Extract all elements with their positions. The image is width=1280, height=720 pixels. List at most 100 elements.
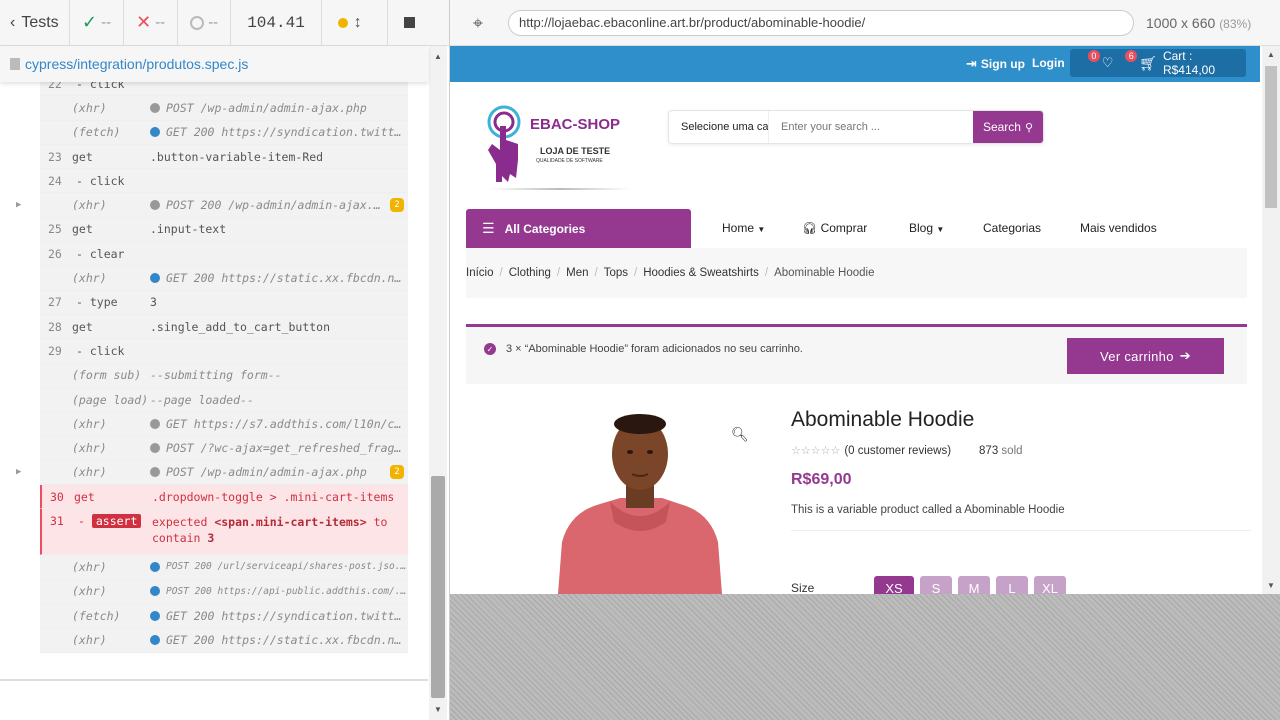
tests-button[interactable]: ‹ Tests (0, 0, 70, 46)
product-photo (558, 414, 722, 594)
scrollbar-thumb[interactable] (431, 476, 445, 698)
passed-stat: ✓ -- (70, 0, 125, 46)
command-row[interactable]: (xhr) POST 200 /url/serviceapi/shares-pos… (40, 555, 408, 580)
command-message: GET 200 https://syndication.twitte... (150, 125, 408, 139)
size-option-xl[interactable]: XL (1034, 576, 1066, 594)
breadcrumb-inicio[interactable]: Início (466, 267, 494, 279)
command-row[interactable]: (xhr) GET https://s7.addthis.com/l10n/cl.… (40, 412, 408, 437)
command-row[interactable]: ▶ (xhr) POST /wp-admin/admin-ajax.php 2 (16, 460, 408, 486)
nav-blog-label: Blog (909, 221, 934, 235)
command-name: (xhr) (72, 441, 107, 456)
assert-subject: <span.mini-cart-items> (214, 515, 367, 530)
scroll-up-icon[interactable]: ▲ (434, 52, 442, 61)
command-row[interactable]: (page load) --page loaded-- (40, 387, 408, 413)
file-icon (10, 58, 20, 70)
command-row[interactable]: 27 - type 3 (40, 290, 408, 315)
command-row[interactable]: 22 - click (40, 82, 408, 97)
command-row[interactable]: (form sub) --submitting form-- (40, 363, 408, 388)
command-name: (xhr) (72, 465, 107, 480)
zoom-icon[interactable]: 🔍︎ (731, 426, 749, 443)
command-row[interactable]: 29 - click (40, 339, 408, 364)
command-row[interactable]: (fetch) GET 200 https://syndication.twitt… (40, 603, 408, 629)
size-option-s[interactable]: S (920, 576, 952, 594)
status-dot-icon (150, 102, 160, 113)
command-row[interactable]: (xhr) POST /wp-admin/admin-ajax.php (40, 96, 408, 121)
command-message: GET 200 https://static.xx.fbcdn.ne... (150, 271, 408, 285)
breadcrumb-clothing[interactable]: Clothing (509, 267, 551, 279)
search-category-select[interactable]: Selecione uma cat (669, 111, 769, 143)
spec-file-link[interactable]: cypress/integration/produtos.spec.js (25, 56, 248, 72)
pending-circle-icon (190, 15, 205, 30)
site-topbar: ⇥ Sign up Login 0 ♡ 6 🛒︎ Cart : R$414,00 (450, 46, 1260, 82)
nav-comprar[interactable]: 🎧︎ Comprar (802, 221, 867, 235)
viewport-size: 1000 x 660 (1146, 14, 1216, 31)
auto-scroll-toggle[interactable]: ↕ (322, 0, 388, 46)
command-message: POST 200 /url/serviceapi/shares-post.jso… (150, 561, 408, 572)
command-row[interactable]: ▶ (xhr) POST 200 /wp-admin/admin-ajax.p...… (16, 193, 408, 218)
command-row[interactable]: 23 get .button-variable-item-Red (40, 144, 408, 170)
command-row[interactable]: 30 get .dropdown-toggle > .mini-cart-items (40, 485, 408, 510)
logo-subtitle: LOJA DE TESTE (540, 146, 611, 156)
search-button-label: Search (982, 120, 1021, 134)
scroll-up-icon[interactable]: ▲ (1267, 50, 1275, 59)
reviews-link[interactable]: (0 customer reviews) (844, 445, 951, 457)
check-icon: ✓ (82, 12, 98, 32)
signup-icon: ⇥ (966, 56, 977, 71)
running-indicator-icon (337, 17, 348, 28)
command-row[interactable]: 31- assert expected <span.mini-cart-items… (40, 509, 408, 556)
search-input[interactable]: Enter your search ... (769, 121, 973, 133)
command-message-text: GET 200 https://static.xx.fbcdn.ne... (166, 271, 408, 286)
command-row[interactable]: (xhr) POST /?wc-ajax=get_refreshed_fragm.… (40, 436, 408, 461)
site-logo[interactable]: EBAC-SHOP LOJA DE TESTE QUALIDADE DE SOF… (480, 104, 630, 194)
aut-background (450, 594, 1280, 720)
command-row[interactable]: (xhr) POST 200 https://api-public.addthis… (40, 579, 408, 604)
stop-button[interactable] (388, 0, 431, 46)
command-row[interactable]: (fetch) GET 200 https://syndication.twitt… (40, 120, 408, 145)
signup-link[interactable]: ⇥ Sign up (966, 56, 1025, 72)
cart-dropdown-toggle[interactable]: 0 ♡ 6 🛒︎ Cart : R$414,00 (1070, 49, 1246, 77)
scroll-down-icon[interactable]: ▼ (434, 705, 442, 714)
all-categories-button[interactable]: ☰ All Categories (466, 209, 691, 248)
command-row[interactable]: 26 - clear (40, 242, 408, 267)
size-option-l[interactable]: L (996, 576, 1028, 594)
logo-hand-icon (487, 105, 521, 182)
site-scrollbar[interactable]: ▲ ▼ (1262, 46, 1280, 594)
all-categories-label: All Categories (504, 221, 586, 236)
expand-caret-icon[interactable]: ▶ (16, 200, 21, 210)
command-name: get (72, 319, 93, 334)
product-rating: ☆☆☆☆☆ (0 customer reviews) 873 sold (791, 444, 1251, 458)
command-row[interactable]: (xhr) GET 200 https://static.xx.fbcdn.ne.… (40, 628, 408, 653)
command-message: .input-text (150, 222, 408, 236)
command-name: - assert (74, 514, 152, 529)
product-summary: Abominable Hoodie ☆☆☆☆☆ (0 customer revi… (791, 408, 1251, 531)
selector-playground-icon[interactable]: ⌖ (470, 14, 486, 32)
command-row[interactable]: (xhr) GET 200 https://static.xx.fbcdn.ne.… (40, 266, 408, 291)
command-row[interactable]: 25 get .input-text (40, 217, 408, 243)
breadcrumb-hoodies[interactable]: Hoodies & Sweatshirts (643, 267, 759, 279)
count-badge: 2 (390, 198, 404, 213)
heart-icon[interactable]: ♡ (1102, 55, 1114, 71)
scroll-down-icon[interactable]: ▼ (1267, 581, 1275, 590)
url-bar[interactable]: http://lojaebac.ebaconline.art.br/produc… (508, 9, 1134, 36)
breadcrumb-men[interactable]: Men (566, 267, 588, 279)
breadcrumb-tops[interactable]: Tops (604, 267, 628, 279)
login-link[interactable]: Login (1032, 56, 1065, 70)
command-row[interactable]: 28 get .single_add_to_cart_button (40, 314, 408, 340)
nav-categorias[interactable]: Categorias (983, 221, 1041, 235)
nav-mais-vendidos[interactable]: Mais vendidos (1080, 221, 1157, 235)
product-image[interactable] (550, 412, 730, 594)
scrollbar-thumb[interactable] (1265, 66, 1277, 208)
reporter-scrollbar[interactable]: ▲ ▼ (429, 46, 447, 720)
nav-blog[interactable]: Blog ▼ (909, 221, 944, 235)
search-button[interactable]: Search ⚲ (973, 111, 1043, 143)
breadcrumb-current: Abominable Hoodie (774, 267, 875, 279)
nav-home[interactable]: Home ▼ (722, 221, 765, 235)
size-option-m[interactable]: M (958, 576, 990, 594)
view-cart-button[interactable]: Ver carrinho ➔ (1067, 338, 1224, 374)
assert-contain: contain (152, 531, 201, 546)
command-message: --submitting form-- (150, 368, 408, 382)
command-row[interactable]: 24 - click (40, 169, 408, 194)
expand-caret-icon[interactable]: ▶ (16, 467, 21, 477)
size-option-xs[interactable]: XS (874, 576, 914, 594)
command-list: 22- click (xhr) POST /wp-admin/admin-ajax.… (16, 82, 408, 653)
